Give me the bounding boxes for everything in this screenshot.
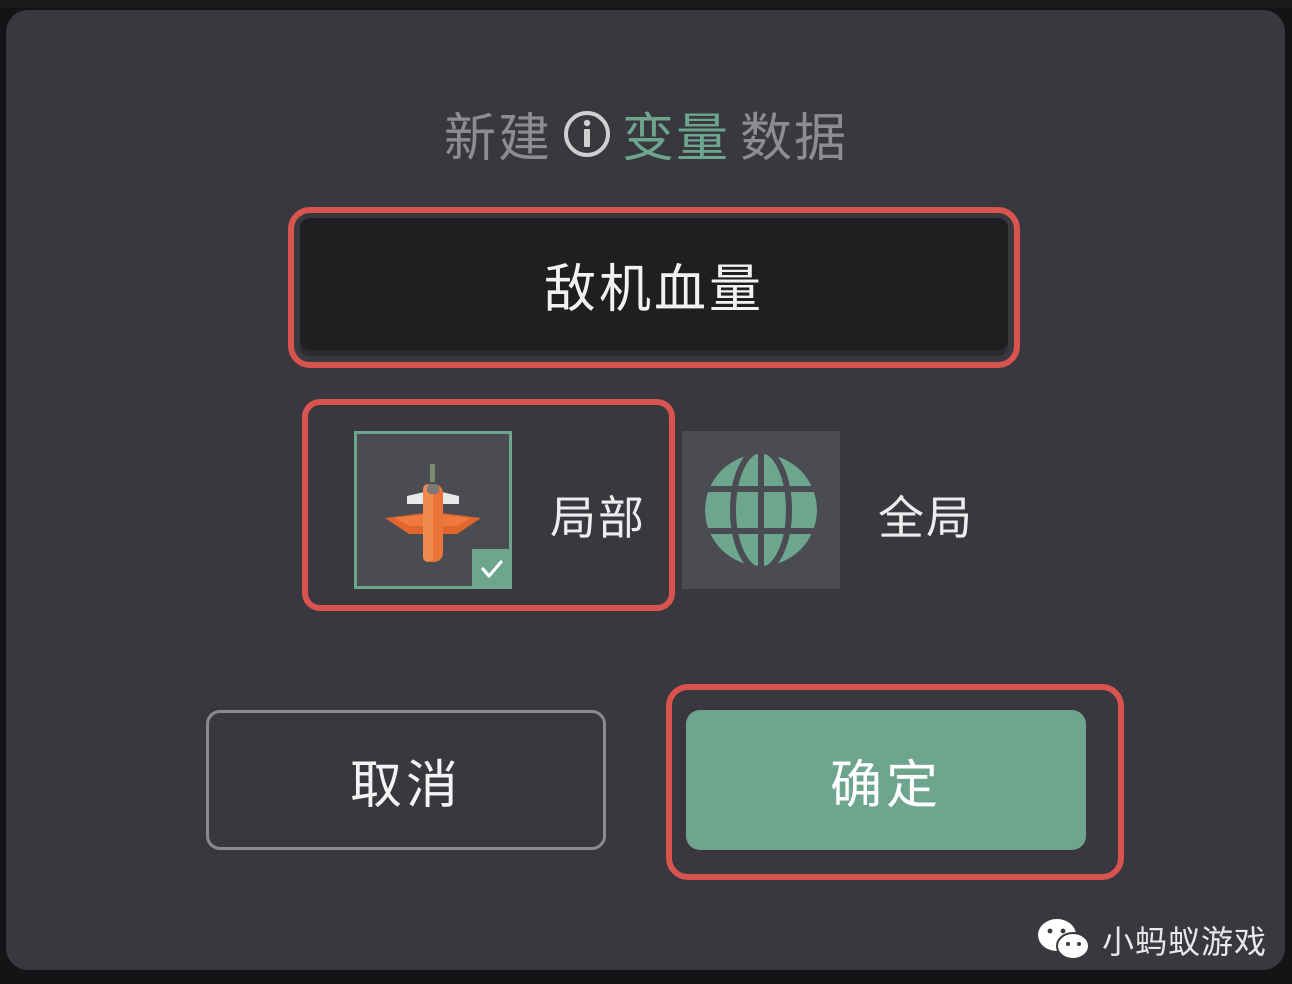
dialog-title: 新建 变量 数据 <box>0 96 1292 171</box>
info-icon[interactable] <box>562 109 612 159</box>
confirm-button-highlight <box>666 684 1124 880</box>
wechat-icon <box>1038 919 1090 960</box>
cancel-button[interactable]: 取消 <box>206 710 606 850</box>
title-prefix: 新建 <box>443 109 552 169</box>
scope-global-option[interactable] <box>682 431 840 589</box>
title-accent: 变量 <box>621 109 730 169</box>
name-input-highlight <box>288 207 1020 368</box>
scope-global-label[interactable]: 全局 <box>878 482 974 548</box>
local-scope-highlight <box>302 399 675 611</box>
globe-icon <box>705 454 817 566</box>
watermark: 小蚂蚁游戏 <box>1036 916 1267 964</box>
title-suffix: 数据 <box>740 109 849 169</box>
watermark-text: 小蚂蚁游戏 <box>1102 923 1268 961</box>
window-edge <box>0 0 1292 8</box>
